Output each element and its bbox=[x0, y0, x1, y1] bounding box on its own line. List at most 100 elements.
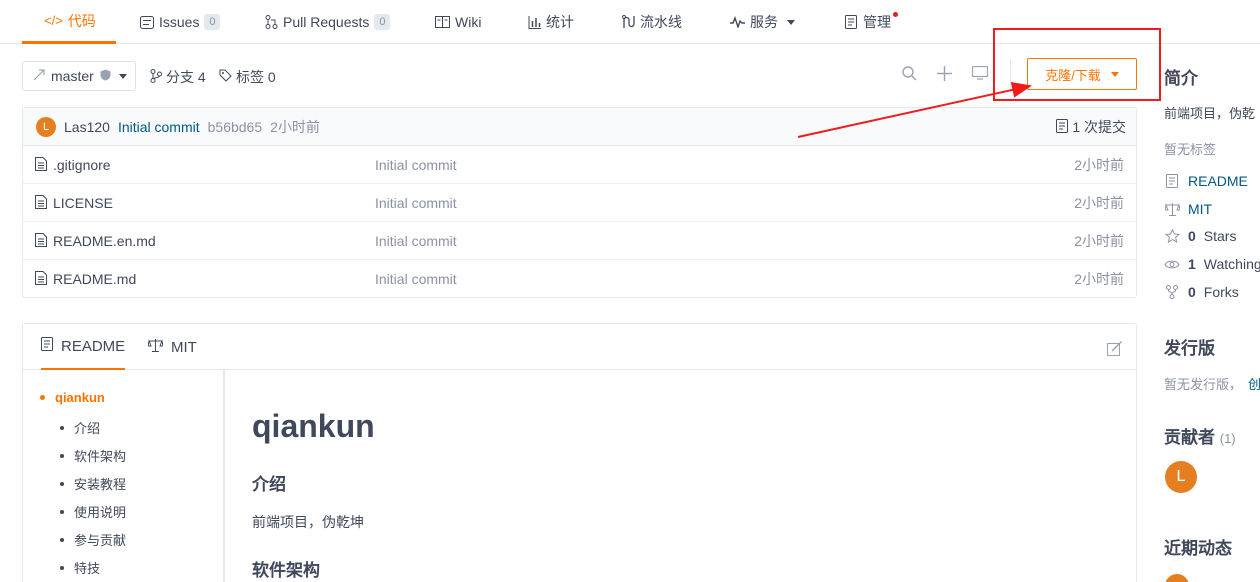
no-release-text: 暂无发行版，创 bbox=[1164, 377, 1260, 392]
license-link[interactable]: MIT bbox=[1164, 201, 1212, 217]
commit-author[interactable]: Las120 bbox=[64, 119, 110, 135]
readme-toc: qiankun 介绍 软件架构 安装教程 使用说明 参与贡献 特技 bbox=[23, 370, 225, 582]
notification-dot bbox=[893, 12, 898, 17]
toc-item[interactable]: 介绍 bbox=[60, 418, 100, 437]
tab-readme[interactable]: README bbox=[41, 324, 126, 370]
tab-service[interactable]: 服务 bbox=[730, 0, 795, 44]
section-heading: 软件架构 bbox=[252, 561, 320, 580]
file-icon bbox=[35, 232, 47, 250]
scale-icon bbox=[147, 338, 164, 356]
releases-title: 发行版 bbox=[1164, 339, 1215, 358]
file-icon bbox=[35, 194, 47, 212]
chevron-down-icon bbox=[118, 73, 127, 79]
file-row[interactable]: LICENSE Initial commit 2小时前 bbox=[23, 184, 1136, 222]
file-row[interactable]: README.en.md Initial commit 2小时前 bbox=[23, 222, 1136, 260]
scale-icon bbox=[1164, 202, 1180, 216]
file-time: 2小时前 bbox=[1074, 195, 1124, 211]
pull-request-icon bbox=[265, 15, 278, 29]
file-list: L Las120 Initial commit b56bd65 2小时前 1 次… bbox=[22, 107, 1137, 298]
tags-link[interactable]: 标签 0 bbox=[219, 67, 276, 87]
file-commit-message[interactable]: Initial commit bbox=[375, 260, 457, 298]
readme-link[interactable]: README bbox=[1164, 173, 1248, 189]
file-commit-message[interactable]: Initial commit bbox=[375, 146, 457, 184]
issues-icon bbox=[140, 15, 154, 29]
file-commit-message[interactable]: Initial commit bbox=[375, 184, 457, 222]
tab-pull-requests[interactable]: Pull Requests 0 bbox=[265, 0, 391, 44]
branches-link[interactable]: 分支 4 bbox=[150, 67, 206, 87]
chevron-down-icon bbox=[1110, 71, 1119, 77]
tab-stats[interactable]: 统计 bbox=[528, 0, 574, 44]
commits-icon bbox=[1056, 118, 1069, 136]
section-heading: 介绍 bbox=[252, 475, 286, 494]
activity-title: 近期动态 bbox=[1164, 539, 1232, 558]
avatar[interactable]: L bbox=[1165, 461, 1197, 493]
tab-manage[interactable]: 管理 bbox=[845, 0, 891, 44]
clone-download-button[interactable]: 克隆/下载 bbox=[1027, 58, 1137, 90]
file-name[interactable]: README.en.md bbox=[53, 233, 156, 249]
file-time: 2小时前 bbox=[1074, 271, 1124, 287]
readme-title: qiankun bbox=[252, 408, 375, 444]
tab-pipeline[interactable]: 流水线 bbox=[621, 0, 682, 44]
file-name[interactable]: .gitignore bbox=[53, 157, 111, 173]
search-icon[interactable] bbox=[902, 66, 917, 81]
readme-icon bbox=[1164, 174, 1180, 188]
toc-item[interactable]: 安装教程 bbox=[60, 474, 126, 493]
code-icon: </> bbox=[44, 13, 63, 28]
stars-link[interactable]: 0 Stars bbox=[1164, 228, 1236, 244]
intro-title: 简介 bbox=[1164, 69, 1198, 88]
web-ide-icon[interactable] bbox=[972, 66, 988, 80]
wiki-icon bbox=[435, 16, 450, 28]
tab-label: 统计 bbox=[546, 14, 574, 30]
file-row[interactable]: .gitignore Initial commit 2小时前 bbox=[23, 146, 1136, 184]
add-icon[interactable] bbox=[937, 66, 952, 81]
tab-license[interactable]: MIT bbox=[147, 324, 197, 370]
branch-name: master bbox=[51, 68, 94, 84]
tag-icon bbox=[219, 69, 232, 85]
toc-item[interactable]: 软件架构 bbox=[60, 446, 126, 465]
section-text: 前端项目，伪乾坤 bbox=[252, 514, 364, 530]
tab-label: README bbox=[61, 337, 126, 355]
file-time: 2小时前 bbox=[1074, 157, 1124, 173]
watching-link[interactable]: 1 Watching bbox=[1164, 256, 1260, 272]
create-release-link[interactable]: 创 bbox=[1248, 377, 1260, 392]
file-commit-message[interactable]: Initial commit bbox=[375, 222, 457, 260]
commit-sha[interactable]: b56bd65 bbox=[208, 119, 263, 135]
tab-label: Issues bbox=[159, 14, 200, 30]
shield-icon bbox=[100, 68, 111, 84]
tab-label: 流水线 bbox=[640, 14, 682, 30]
tab-code[interactable]: </> 代码 bbox=[22, 0, 116, 44]
readme-tabs: README MIT bbox=[23, 324, 1136, 370]
tab-issues[interactable]: Issues 0 bbox=[140, 0, 221, 44]
tab-label: Pull Requests bbox=[283, 14, 370, 30]
tags-label: 标签 0 bbox=[236, 69, 276, 85]
tab-label: 服务 bbox=[750, 14, 778, 30]
file-icon bbox=[35, 156, 47, 174]
tab-label: 代码 bbox=[67, 12, 96, 29]
tab-label: MIT bbox=[171, 338, 197, 356]
commit-count-link[interactable]: 1 次提交 bbox=[1056, 108, 1126, 146]
commit-count: 1 次提交 bbox=[1072, 119, 1126, 135]
toc-item[interactable]: 参与贡献 bbox=[60, 530, 126, 549]
tab-label: Wiki bbox=[455, 14, 482, 30]
service-icon bbox=[730, 16, 745, 28]
no-tags-text: 暂无标签 bbox=[1164, 142, 1217, 157]
file-name[interactable]: LICENSE bbox=[53, 195, 113, 211]
edit-icon[interactable] bbox=[1107, 341, 1122, 359]
intro-text: 前端项目，伪乾 bbox=[1164, 106, 1256, 121]
file-row[interactable]: README.md Initial commit 2小时前 bbox=[23, 260, 1136, 298]
toc-item[interactable]: 使用说明 bbox=[60, 502, 126, 521]
tab-wiki[interactable]: Wiki bbox=[435, 0, 481, 44]
branch-selector[interactable]: master bbox=[22, 61, 136, 91]
file-time: 2小时前 bbox=[1074, 233, 1124, 249]
branches-label: 分支 4 bbox=[166, 69, 206, 85]
toc-item[interactable]: 特技 bbox=[60, 558, 100, 577]
commit-message[interactable]: Initial commit bbox=[118, 119, 200, 135]
star-icon bbox=[1164, 229, 1180, 243]
latest-commit-bar: L Las120 Initial commit b56bd65 2小时前 1 次… bbox=[23, 108, 1136, 146]
toc-item[interactable]: qiankun bbox=[40, 390, 105, 405]
avatar[interactable] bbox=[1165, 574, 1189, 582]
avatar[interactable]: L bbox=[36, 116, 56, 137]
branch-icon bbox=[150, 68, 162, 86]
file-name[interactable]: README.md bbox=[53, 271, 136, 287]
forks-link[interactable]: 0 Forks bbox=[1164, 284, 1239, 300]
